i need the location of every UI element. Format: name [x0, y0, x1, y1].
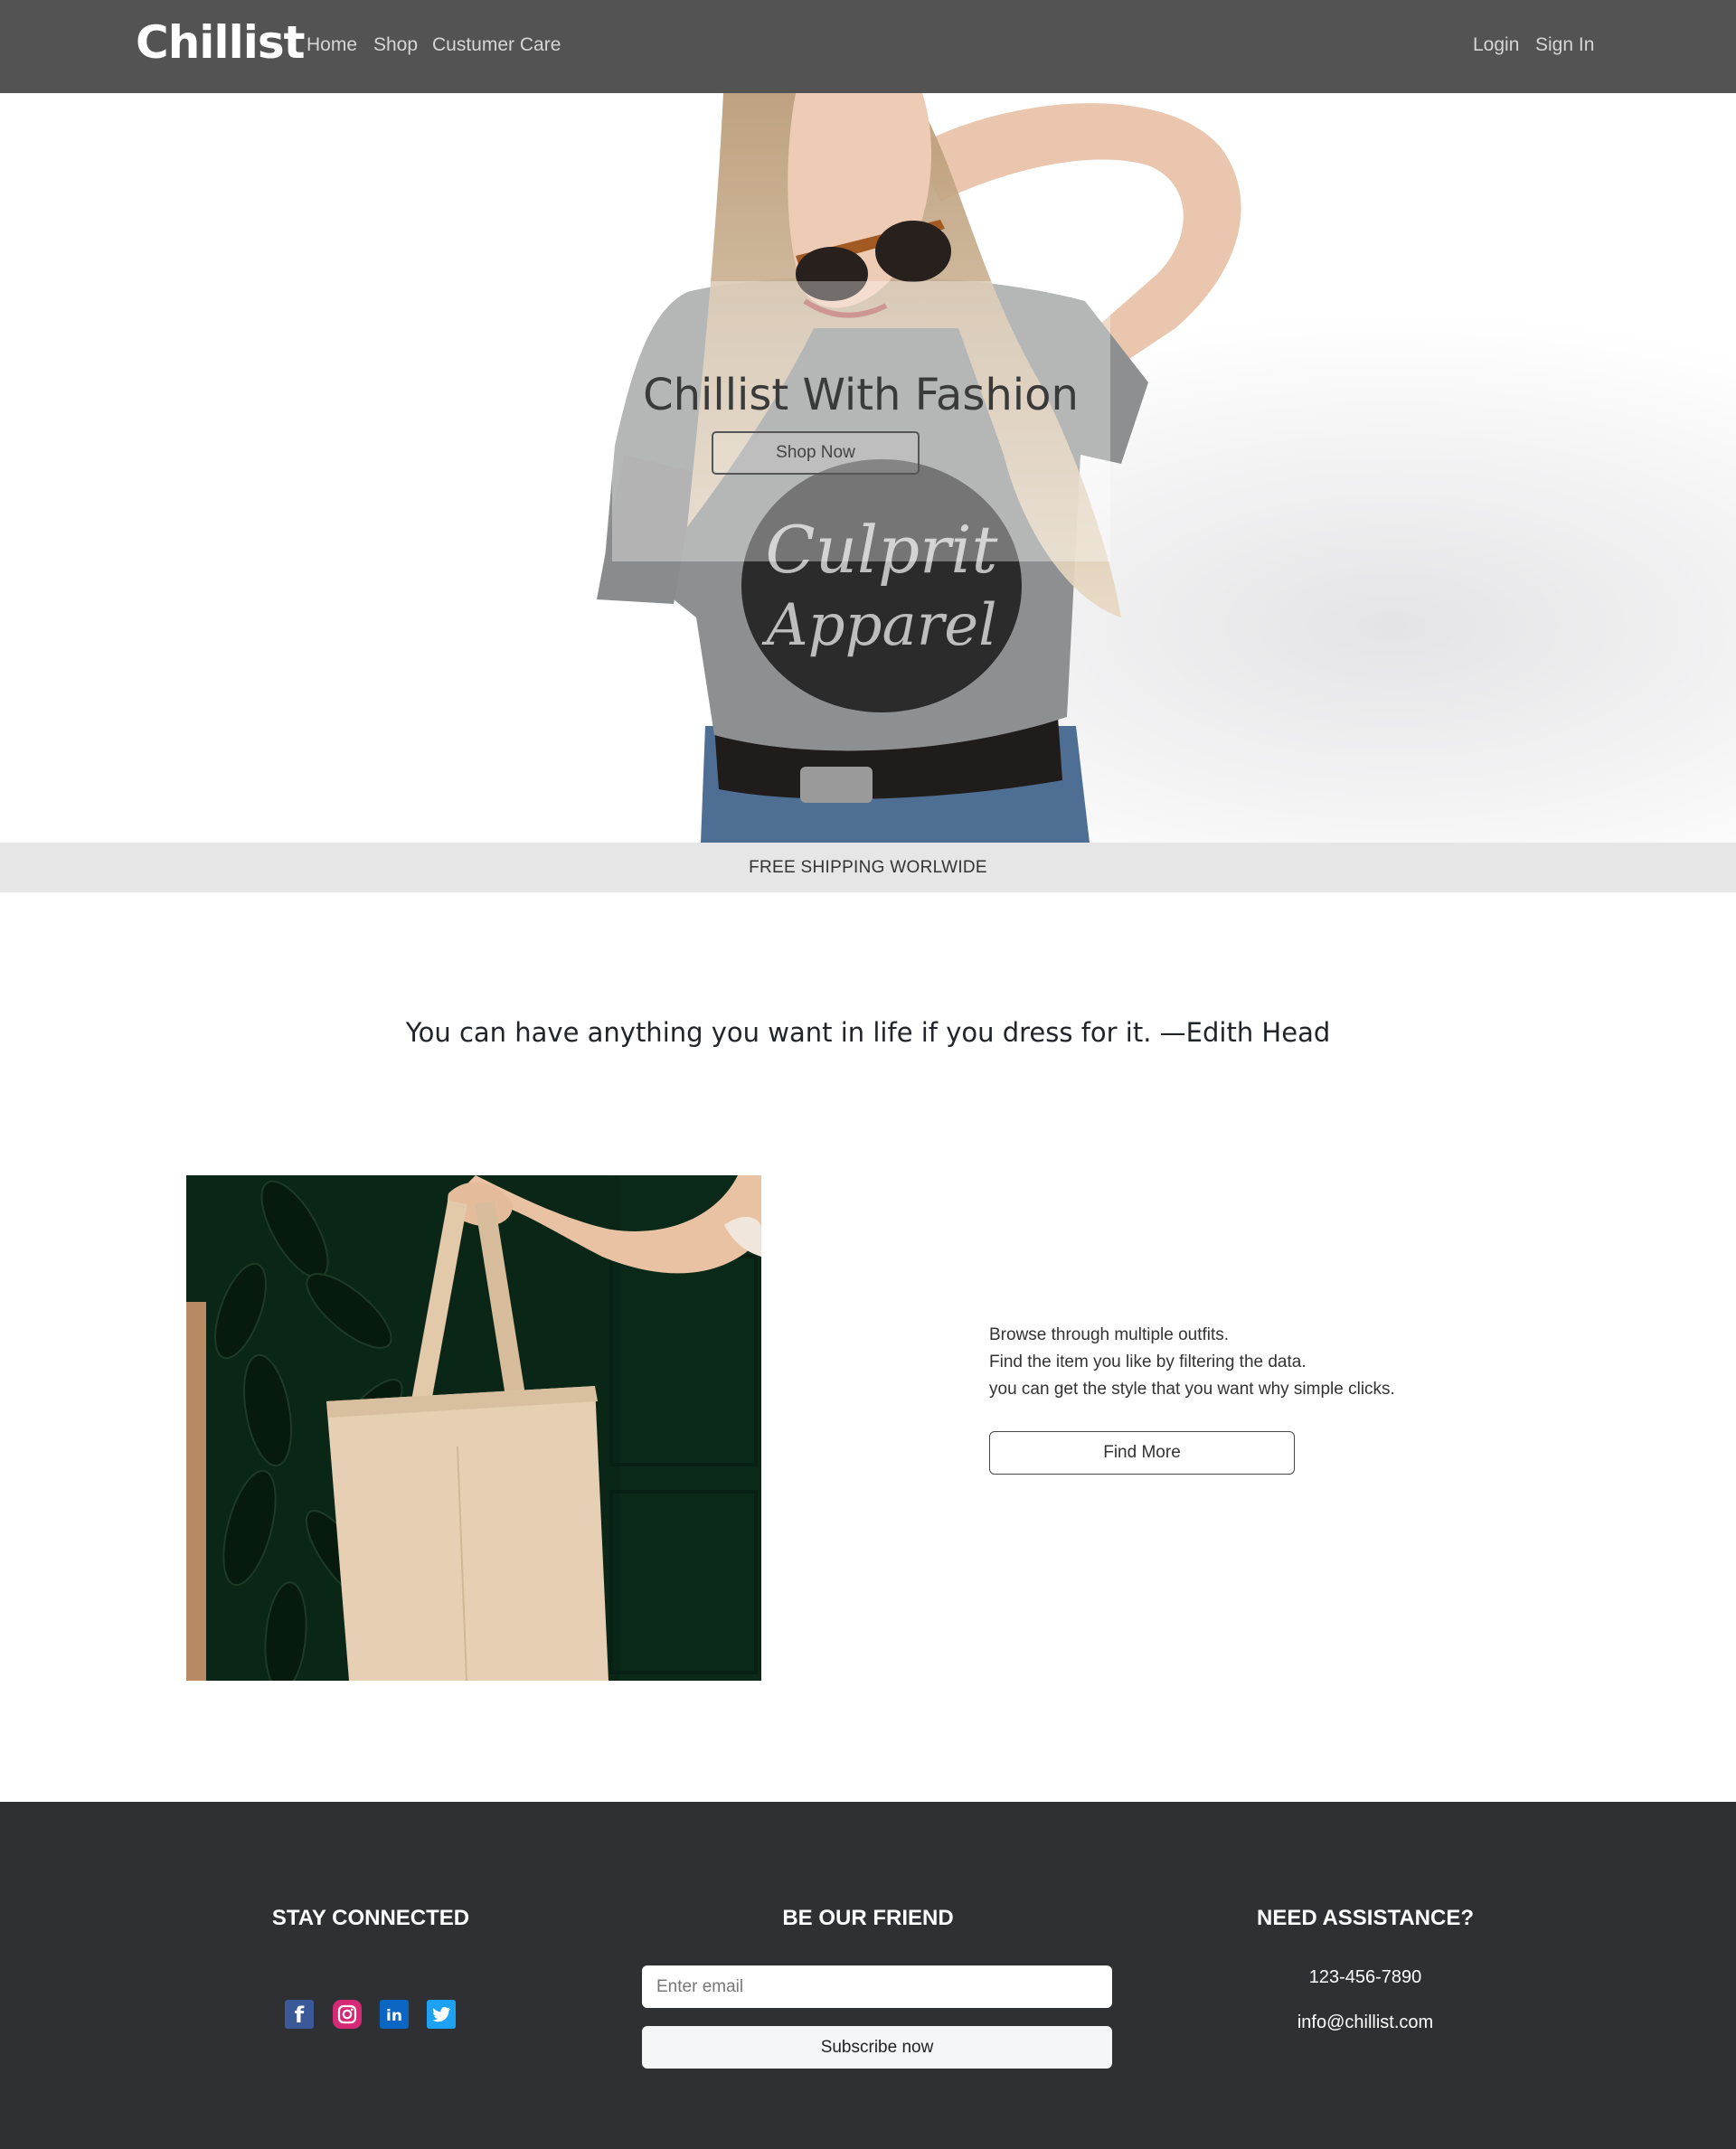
twitter-icon[interactable] [427, 2000, 456, 2029]
need-assistance-heading: NEED ASSISTANCE? [1256, 1906, 1475, 1930]
nav-customer-care[interactable]: Custumer Care [432, 34, 561, 56]
shipping-banner: FREE SHIPPING WORLWIDE [0, 843, 1736, 892]
facebook-icon[interactable]: f [285, 2000, 314, 2029]
quote-text: You can have anything you want in life i… [405, 1017, 1331, 1048]
nav-login[interactable]: Login [1473, 34, 1519, 56]
feature-line-2: Find the item you like by filtering the … [989, 1353, 1307, 1371]
svg-text:f: f [295, 2003, 305, 2025]
feature-description: Browse through multiple outfits. Find th… [989, 1322, 1395, 1403]
be-our-friend-heading: BE OUR FRIEND [782, 1906, 954, 1930]
phone-number: 123-456-7890 [1308, 1967, 1422, 1987]
shop-now-button[interactable]: Shop Now [712, 431, 920, 475]
feature-line-1: Browse through multiple outfits. [989, 1325, 1230, 1344]
hero-overlay-box [612, 281, 1110, 561]
nav-shop[interactable]: Shop [373, 34, 418, 56]
svg-text:in: in [386, 2007, 402, 2025]
hero-title: Chillist With Fashion [643, 370, 1079, 420]
shirt-text-apparel: Apparel [761, 592, 996, 659]
feature-line-3: you can get the style that you want why … [989, 1380, 1395, 1399]
stay-connected-heading: STAY CONNECTED [271, 1906, 470, 1930]
nav-sign-in[interactable]: Sign In [1535, 34, 1594, 56]
email-field[interactable] [642, 1965, 1112, 2008]
hero-banner: Culprit Apparel Chillist With Fashion Sh… [0, 93, 1736, 843]
brand-logo[interactable]: Chillist [136, 16, 306, 69]
contact-email[interactable]: info@chillist.com [1221, 2012, 1510, 2033]
subscribe-button[interactable]: Subscribe now [642, 2026, 1112, 2069]
instagram-icon[interactable] [333, 2000, 362, 2029]
linkedin-icon[interactable]: in [380, 2000, 409, 2029]
find-more-button[interactable]: Find More [989, 1431, 1295, 1475]
tote-bag-image [186, 1175, 761, 1681]
nav-home[interactable]: Home [307, 34, 357, 56]
navbar: Chillist Home Shop Custumer Care Login S… [0, 0, 1736, 93]
